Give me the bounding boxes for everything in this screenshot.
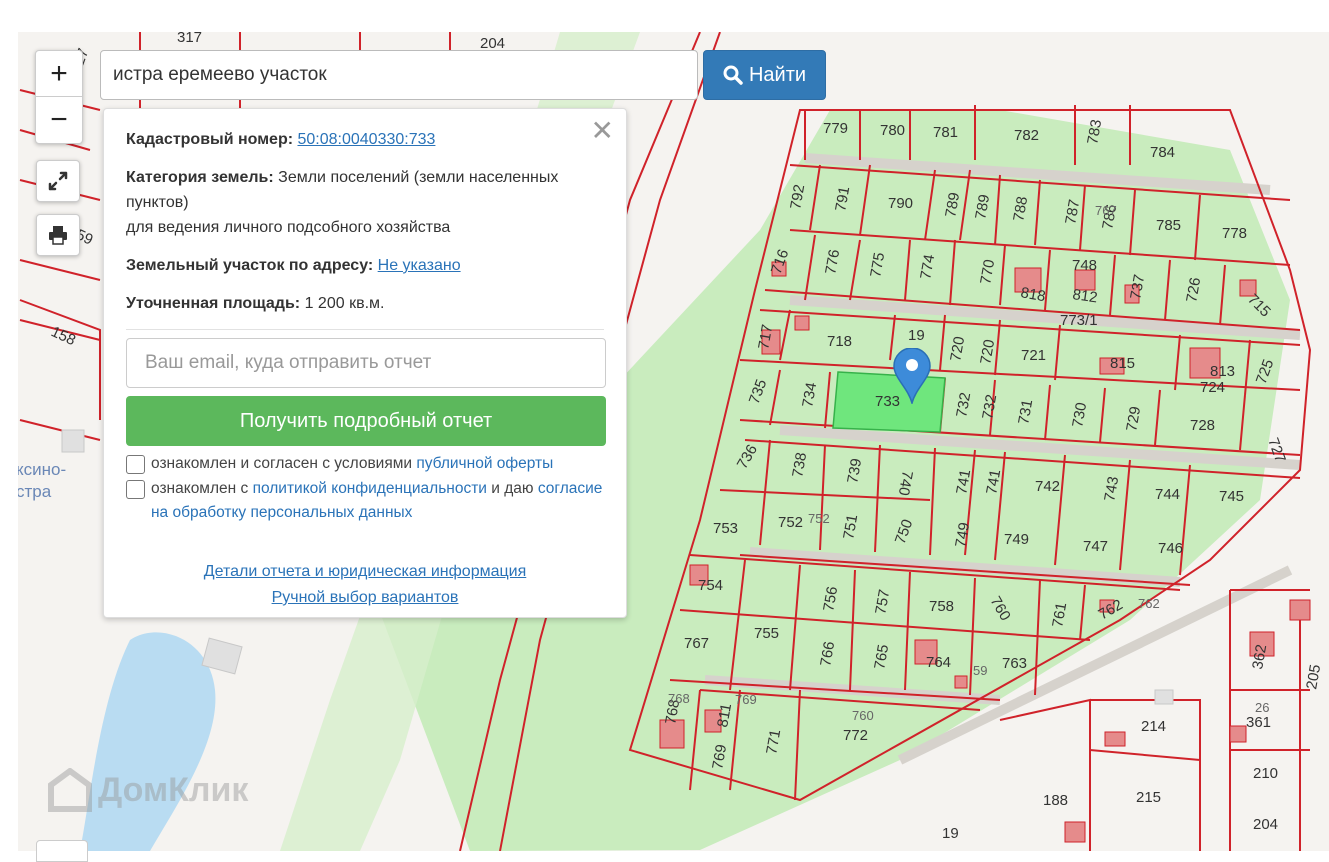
consent-privacy-text: ознакомлен с политикой конфиденциальност… [151, 477, 604, 525]
bottom-control[interactable] [36, 840, 88, 862]
svg-text:790: 790 [888, 195, 913, 212]
svg-text:813: 813 [1210, 363, 1235, 380]
search-icon [723, 65, 743, 85]
zoom-control: + − [35, 50, 83, 144]
svg-text:361: 361 [1246, 714, 1271, 731]
divider [126, 329, 604, 330]
svg-text:764: 764 [926, 654, 951, 671]
svg-text:769: 769 [735, 692, 757, 707]
svg-text:210: 210 [1253, 765, 1278, 782]
svg-text:773/1: 773/1 [1060, 312, 1098, 329]
consent-privacy-label: ознакомлен с [151, 480, 249, 497]
svg-text:204: 204 [1253, 816, 1278, 833]
domclick-watermark: ДомКлик [48, 768, 248, 812]
area-value: 1 200 кв.м. [304, 295, 385, 312]
svg-text:767: 767 [684, 635, 709, 652]
search-button[interactable]: Найти [703, 50, 826, 100]
svg-text:188: 188 [1043, 792, 1068, 809]
expand-icon [48, 171, 68, 191]
svg-text:781: 781 [933, 124, 958, 141]
svg-text:724: 724 [1200, 379, 1225, 396]
watermark-text: ДомКлик [98, 770, 249, 809]
address-row: Земельный участок по адресу: Не указано [126, 253, 604, 278]
svg-text:784: 784 [1150, 144, 1175, 161]
svg-text:760: 760 [852, 708, 874, 723]
email-input[interactable]: Ваш email, куда отправить отчет [126, 338, 606, 388]
printer-icon [49, 226, 67, 245]
svg-text:718: 718 [827, 333, 852, 350]
report-details-link[interactable]: Детали отчета и юридическая информация [204, 563, 527, 580]
svg-text:742: 742 [1035, 478, 1060, 495]
svg-text:762: 762 [1138, 596, 1160, 611]
svg-text:214: 214 [1141, 718, 1166, 735]
search-button-label: Найти [748, 63, 807, 86]
svg-text:782: 782 [1014, 127, 1039, 144]
category-use: для ведения личного подсобного хозяйства [126, 219, 451, 236]
map-place-label-a: ксино- [18, 460, 67, 479]
svg-text:728: 728 [1190, 417, 1215, 434]
svg-text:767: 767 [1095, 203, 1117, 218]
address-link[interactable]: Не указано [378, 257, 461, 274]
svg-text:19: 19 [942, 825, 959, 842]
manual-selection-link[interactable]: Ручной выбор вариантов [272, 589, 459, 606]
cadastral-label: Кадастровый номер: [126, 131, 294, 148]
svg-text:755: 755 [754, 625, 779, 642]
svg-text:215: 215 [1136, 789, 1161, 806]
svg-text:744: 744 [1155, 486, 1180, 503]
zoom-in-button[interactable]: + [36, 51, 82, 97]
map-place-label-b: стра [18, 482, 52, 501]
svg-text:747: 747 [1083, 538, 1108, 555]
parcel-info-panel: ✕ Кадастровый номер: 50:08:0040330:733 К… [103, 108, 627, 618]
svg-text:763: 763 [1002, 655, 1027, 672]
get-report-button[interactable]: Получить подробный отчет [126, 396, 606, 446]
svg-text:772: 772 [843, 727, 868, 744]
domclick-logo-icon [48, 768, 92, 812]
consent-privacy: ознакомлен с политикой конфиденциальност… [126, 477, 604, 525]
cadastral-row: Кадастровый номер: 50:08:0040330:733 [126, 127, 604, 152]
svg-text:752: 752 [808, 511, 830, 526]
email-placeholder: Ваш email, куда отправить отчет [145, 352, 432, 373]
svg-text:754: 754 [698, 577, 723, 594]
panel-links: Детали отчета и юридическая информация Р… [126, 559, 604, 611]
svg-text:778: 778 [1222, 225, 1247, 242]
svg-text:749: 749 [1004, 531, 1029, 548]
privacy-policy-link[interactable]: политикой конфиденциальности [253, 480, 487, 497]
fullscreen-button[interactable] [36, 160, 80, 202]
svg-text:780: 780 [880, 122, 905, 139]
svg-text:779: 779 [823, 120, 848, 137]
svg-text:317: 317 [177, 32, 202, 46]
svg-text:785: 785 [1156, 217, 1181, 234]
cadastral-number-link[interactable]: 50:08:0040330:733 [298, 131, 436, 148]
map-marker-icon[interactable] [893, 347, 931, 409]
svg-text:752: 752 [778, 514, 803, 531]
consent-offer-label: ознакомлен и согласен с условиями [151, 455, 413, 472]
consent-offer-text: ознакомлен и согласен с условиями публич… [151, 452, 553, 476]
consent-privacy-mid: и даю [491, 480, 534, 497]
search-input[interactable] [100, 50, 698, 100]
close-icon[interactable]: ✕ [591, 117, 614, 145]
svg-text:19: 19 [908, 327, 925, 344]
area-row: Уточненная площадь: 1 200 кв.м. [126, 291, 604, 316]
svg-text:758: 758 [929, 598, 954, 615]
svg-text:746: 746 [1158, 540, 1183, 557]
zoom-out-button[interactable]: − [36, 97, 82, 142]
print-button[interactable] [36, 214, 80, 256]
svg-text:815: 815 [1110, 355, 1135, 372]
area-label: Уточненная площадь: [126, 295, 301, 312]
svg-text:768: 768 [668, 691, 690, 706]
consent-privacy-checkbox[interactable] [126, 480, 145, 499]
consent-offer-checkbox[interactable] [126, 455, 145, 474]
consent-offer: ознакомлен и согласен с условиями публич… [126, 452, 604, 476]
public-offer-link[interactable]: публичной оферты [416, 455, 553, 472]
category-row: Категория земель: Земли поселений (земли… [126, 165, 604, 240]
svg-text:59: 59 [973, 663, 987, 678]
category-label: Категория земель: [126, 169, 274, 186]
address-label: Земельный участок по адресу: [126, 257, 374, 274]
svg-text:748: 748 [1072, 257, 1097, 274]
svg-text:745: 745 [1219, 488, 1244, 505]
svg-text:721: 721 [1021, 347, 1046, 364]
svg-text:812: 812 [1071, 286, 1098, 306]
svg-text:753: 753 [713, 520, 738, 537]
svg-text:26: 26 [1255, 700, 1269, 715]
